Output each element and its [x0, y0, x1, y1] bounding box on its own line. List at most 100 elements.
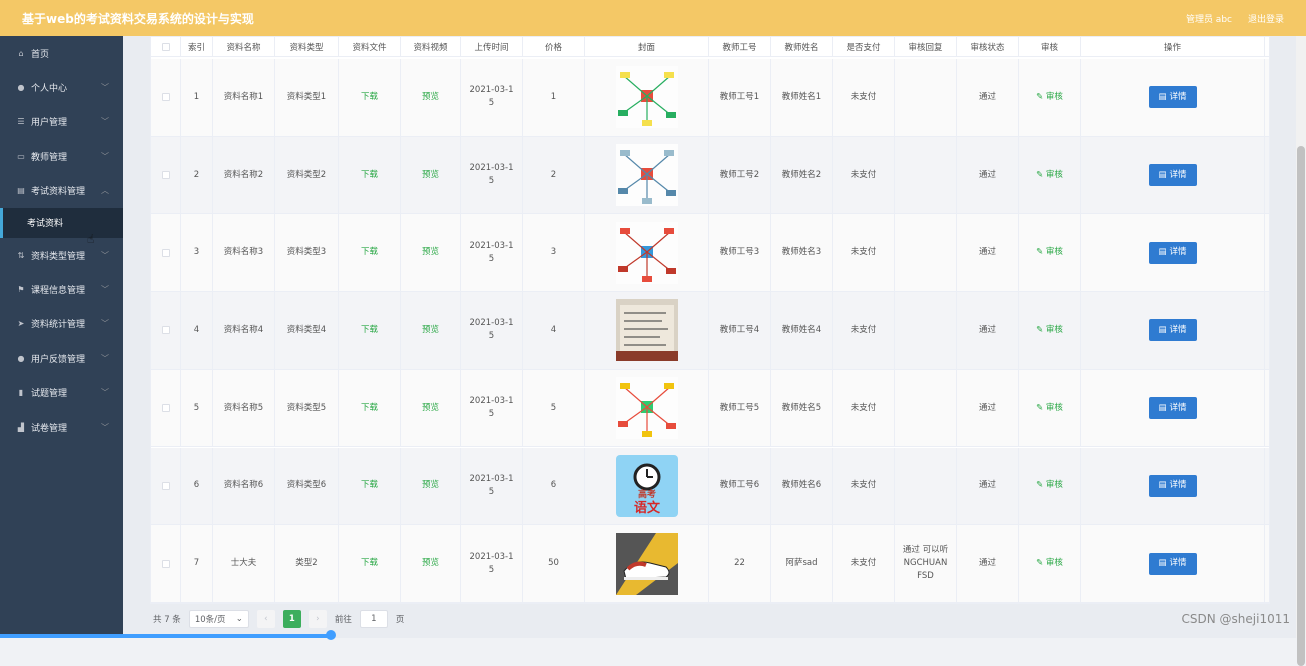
table-row[interactable]: 3 资料名称3 资料类型3 下载 预览 2021-03-1 5 3 教师工号3 教师姓名3 未支付… [151, 214, 1269, 293]
table-row[interactable]: 2 资料名称2 资料类型2 下载 预览 2021-03-1 5 2 教师工号2 教师姓名2 未支付… [151, 136, 1269, 215]
row-checkbox[interactable] [161, 171, 170, 180]
cell-text: 2021-03-1 5 [469, 240, 514, 264]
table-cell: 6 [181, 447, 213, 525]
cell-text: 2021-03-1 5 [469, 473, 514, 497]
column-header: 资料视频 [401, 37, 461, 57]
detail-button[interactable]: ▤ 详情 [1148, 86, 1197, 109]
download-link[interactable]: 下载 [361, 246, 378, 259]
logout-link[interactable]: 退出登录 [1248, 12, 1284, 25]
preview-link[interactable]: 预览 [422, 557, 439, 570]
table-row[interactable]: 7 士大夫 类型2 下载 预览 2021-03-1 5 50 22 阿萨sad 未支付 通过 可以听… [151, 525, 1269, 603]
table-cell: 通过 [957, 447, 1019, 525]
table-cell: 资料名称4 [213, 292, 275, 369]
next-page-button[interactable]: › [308, 610, 327, 628]
header-actions: 管理员 abc 退出登录 [1186, 12, 1284, 25]
audit-link[interactable]: ✎ 审核 [1036, 479, 1063, 492]
audit-link[interactable]: ✎ 审核 [1036, 402, 1063, 415]
sidebar-item-material-type-management[interactable]: ⇅ 资料类型管理 ﹀ [0, 238, 123, 272]
row-checkbox[interactable] [161, 93, 170, 102]
download-link[interactable]: 下载 [361, 557, 378, 570]
sidebar-item-course-info-management[interactable]: ⚑ 课程信息管理 ﹀ [0, 272, 123, 306]
preview-link[interactable]: 预览 [422, 169, 439, 182]
audit-link[interactable]: ✎ 审核 [1036, 557, 1063, 570]
checkbox[interactable] [161, 43, 170, 51]
table-row[interactable]: 1 资料名称1 资料类型1 下载 预览 2021-03-1 5 1 教师工号1 教师姓名1 未支付… [151, 59, 1269, 137]
cover-image[interactable] [615, 221, 678, 284]
row-checkbox[interactable] [161, 404, 170, 413]
sidebar-item-label: 首页 [31, 49, 50, 60]
download-link[interactable]: 下载 [361, 402, 378, 415]
audit-link[interactable]: ✎ 审核 [1036, 91, 1063, 104]
header-select-all[interactable] [151, 37, 181, 57]
chevron-down-icon: ﹀ [101, 285, 109, 295]
page-number-current[interactable]: 1 [282, 610, 301, 628]
cell-text: 通过 [978, 91, 996, 102]
preview-link[interactable]: 预览 [422, 246, 439, 259]
scrollbar[interactable] [1296, 36, 1306, 666]
download-link[interactable]: 下载 [361, 479, 378, 492]
preview-link[interactable]: 预览 [422, 402, 439, 415]
sidebar-item-teacher-management[interactable]: ▭ 教师管理 ﹀ [0, 139, 123, 173]
preview-link[interactable]: 预览 [422, 91, 439, 104]
cover-image[interactable] [615, 377, 678, 440]
detail-button[interactable]: ▤ 详情 [1148, 164, 1197, 187]
sidebar-item-user-management[interactable]: ☰ 用户管理 ﹀ [0, 105, 123, 139]
prev-page-button[interactable]: ‹ [256, 610, 275, 628]
sidebar-item-label: 资料类型管理 [31, 251, 86, 262]
cover-image[interactable]: 高考语文 [615, 454, 678, 517]
detail-button[interactable]: ▤ 详情 [1148, 474, 1197, 497]
row-checkbox[interactable] [161, 326, 170, 335]
sidebar-subitem-exam-material[interactable]: 考试资料 [0, 207, 123, 238]
audit-link[interactable]: ✎ 审核 [1036, 169, 1063, 182]
cell-text: 3 [550, 247, 557, 258]
table-row[interactable]: 5 资料名称5 资料类型5 下载 预览 2021-03-1 5 5 教师工号5 教师姓名5 未支付… [151, 369, 1269, 448]
table-cell [895, 369, 957, 447]
sidebar-item-personal-center[interactable]: ● 个人中心 ﹀ [0, 70, 123, 104]
table-cell [585, 136, 709, 214]
sidebar-item-user-feedback-management[interactable]: ● 用户反馈管理 ﹀ [0, 341, 123, 375]
page-size-select[interactable]: 10条/页 ⌄ [188, 610, 249, 628]
detail-button[interactable]: ▤ 详情 [1148, 552, 1197, 575]
row-checkbox[interactable] [161, 248, 170, 257]
preview-link[interactable]: 预览 [422, 479, 439, 492]
sidebar-item-question-management[interactable]: ▮ 试题管理 ﹀ [0, 376, 123, 410]
detail-label: 详情 [1169, 247, 1187, 258]
cover-image[interactable] [615, 144, 678, 207]
sidebar-item-material-stats-management[interactable]: ➤ 资料统计管理 ﹀ [0, 307, 123, 341]
detail-button[interactable]: ▤ 详情 [1148, 241, 1197, 264]
edit-icon: ✎ [1036, 402, 1046, 413]
cover-image[interactable] [615, 532, 678, 595]
detail-button[interactable]: ▤ 详情 [1148, 397, 1197, 420]
download-link[interactable]: 下载 [361, 324, 378, 337]
table-cell: 3 [523, 214, 585, 292]
table-row[interactable]: 4 资料名称4 资料类型4 下载 预览 2021-03-1 5 4 教师工号4 教师姓名4 未支付… [151, 292, 1269, 370]
detail-button[interactable]: ▤ 详情 [1148, 319, 1197, 342]
audit-link[interactable]: ✎ 审核 [1036, 246, 1063, 259]
table-cell: 1 [181, 59, 213, 136]
sidebar-item-label: 教师管理 [31, 152, 68, 163]
preview-link[interactable]: 预览 [422, 324, 439, 337]
audit-link[interactable]: ✎ 审核 [1036, 324, 1063, 337]
sidebar-subitem-label: 考试资料 [27, 219, 64, 230]
cell-text: 未支付 [850, 558, 877, 569]
goto-page-input[interactable]: 1 [359, 610, 388, 628]
sidebar-item-paper-management[interactable]: ▟ 试卷管理 ﹀ [0, 410, 123, 444]
cell-text: 教师姓名5 [781, 402, 822, 413]
scrollbar-thumb[interactable] [1297, 146, 1305, 666]
chevron-down-icon: ﹀ [101, 250, 109, 260]
sidebar-item-exam-material-management[interactable]: ▤ 考试资料管理 ︿ [0, 174, 123, 208]
table-cell: 教师工号2 [709, 136, 771, 214]
cover-image[interactable] [615, 299, 678, 362]
download-link[interactable]: 下载 [361, 169, 378, 182]
pagination: 共 7 条 10条/页 ⌄ ‹ 1 › 前往 1 页 [153, 610, 404, 628]
cover-image[interactable] [615, 66, 678, 129]
download-link[interactable]: 下载 [361, 91, 378, 104]
row-checkbox[interactable] [161, 481, 170, 490]
table-row[interactable]: 6 资料名称6 资料类型6 下载 预览 2021-03-1 5 6 高考 语文 教师工号6 教师姓名… [151, 447, 1269, 526]
sidebar-item-home[interactable]: ⌂ 首页 [0, 36, 123, 70]
table-cell: ✎ 审核 [1019, 525, 1081, 602]
cell-text: 1 [193, 91, 200, 102]
column-header: 封面 [585, 37, 709, 57]
row-checkbox[interactable] [161, 559, 170, 568]
table-cell [895, 59, 957, 136]
